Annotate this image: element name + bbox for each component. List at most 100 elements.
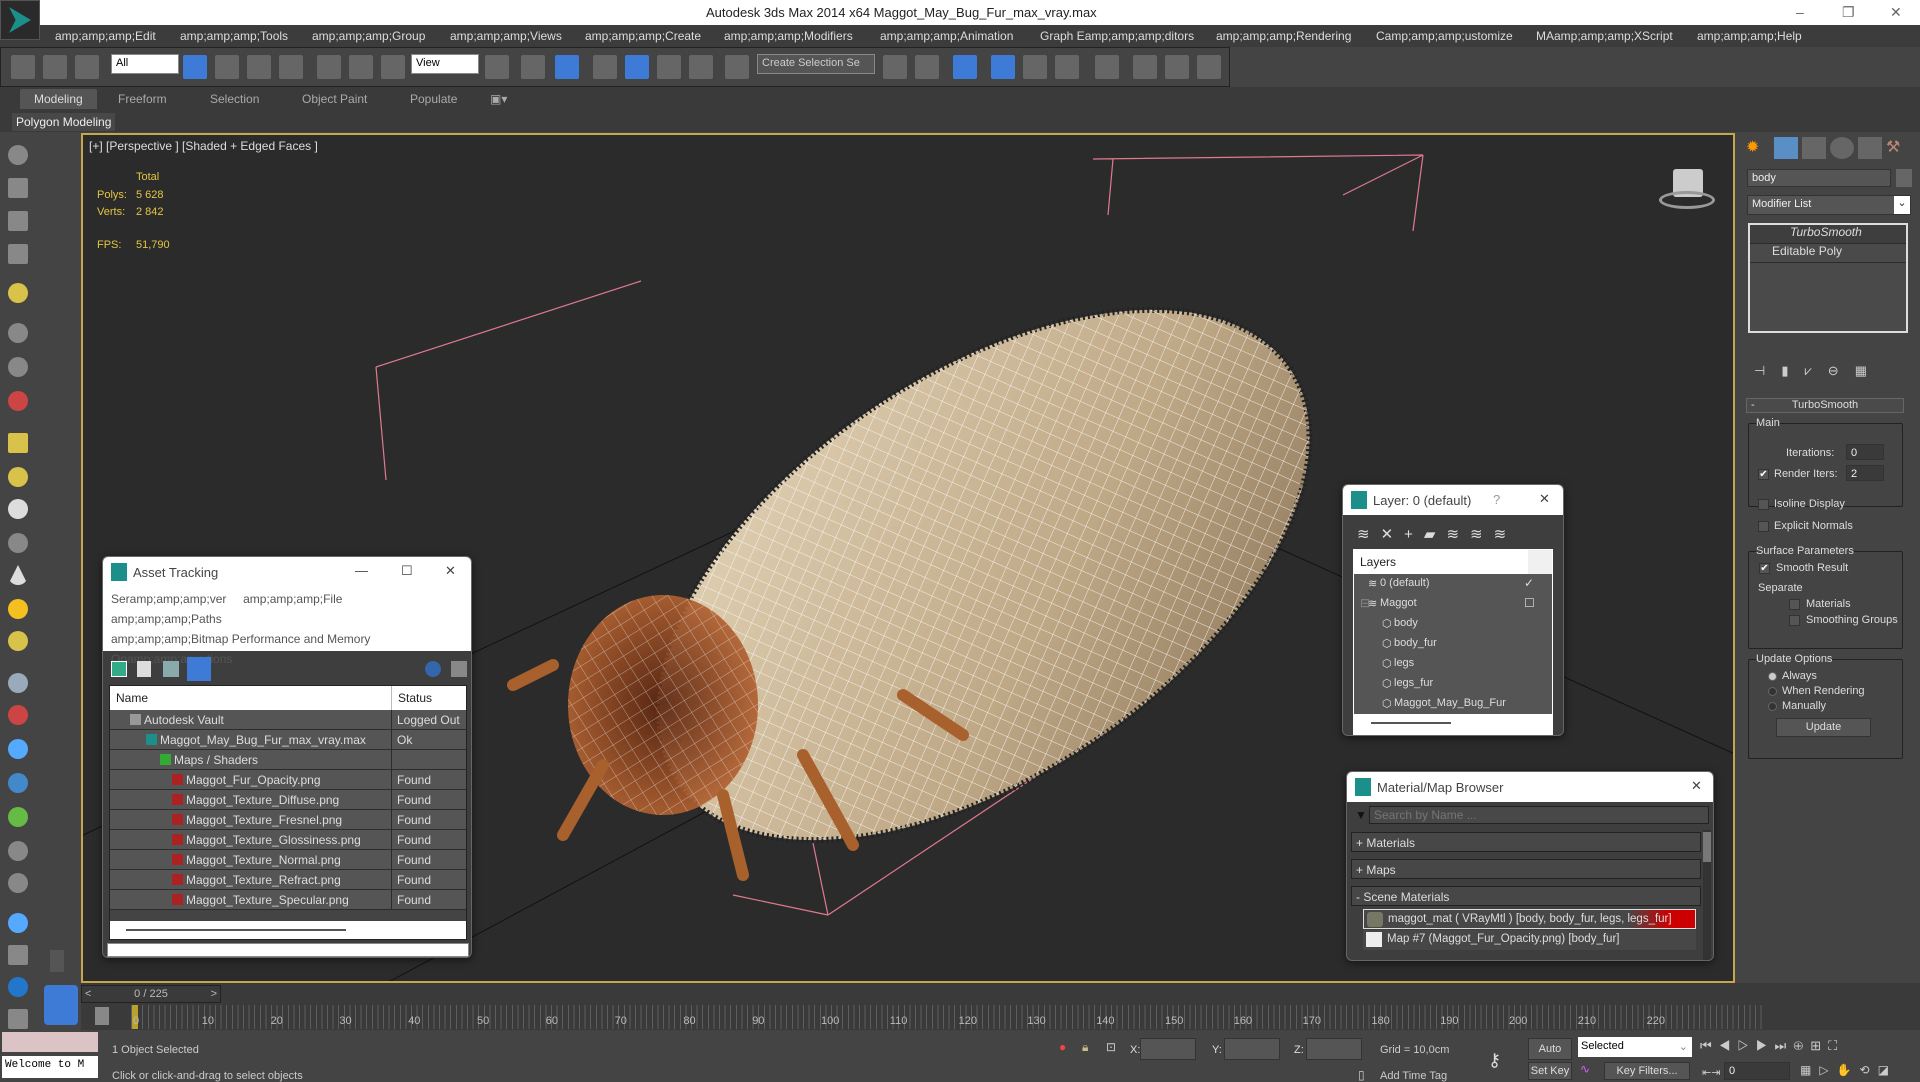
- maxscript-listener-input[interactable]: [2, 1032, 98, 1052]
- menu-create[interactable]: amp;amp;amp;Create: [585, 29, 701, 43]
- set-current-checkbox[interactable]: ☐: [1524, 596, 1535, 610]
- reference-coordinate-dropdown[interactable]: View: [411, 54, 479, 74]
- stack-tools[interactable]: ⊣▮⩗⊖▦: [1754, 363, 1904, 379]
- hierarchy-tab-icon[interactable]: [1802, 137, 1826, 159]
- render-icon[interactable]: [8, 178, 28, 198]
- play-icon[interactable]: ▷: [1737, 1038, 1756, 1053]
- material-browser-titlebar[interactable]: Material/Map Browser ✕: [1347, 772, 1713, 802]
- minimize-button[interactable]: –: [1796, 4, 1804, 20]
- add-time-tag-button[interactable]: Add Time Tag: [1380, 1070, 1447, 1082]
- column-name[interactable]: Name: [116, 691, 148, 705]
- list-icon[interactable]: [8, 211, 28, 231]
- always-radio[interactable]: [1768, 672, 1777, 681]
- ribbon-options-icon[interactable]: ▣▾: [490, 92, 507, 106]
- rotate-icon[interactable]: [349, 55, 373, 79]
- spacewarp-icon[interactable]: [8, 391, 28, 411]
- geosphere-icon[interactable]: [8, 499, 28, 519]
- update-button[interactable]: Update: [1776, 718, 1871, 737]
- named-selection-dropdown[interactable]: Create Selection Se: [757, 54, 875, 74]
- sun-icon[interactable]: [8, 599, 28, 619]
- tab-modeling[interactable]: Modeling: [20, 89, 97, 109]
- hair-icon[interactable]: [8, 807, 28, 827]
- vertical-scrollbar[interactable]: [1703, 830, 1711, 960]
- menu-paths[interactable]: amp;amp;amp;Paths: [111, 612, 222, 626]
- edit-named-selection-icon[interactable]: [725, 55, 749, 79]
- smoothing-groups-checkbox[interactable]: [1789, 615, 1800, 626]
- menu-tools[interactable]: amp;amp;amp;Tools: [180, 29, 288, 43]
- delete-layer-icon[interactable]: ✕: [1381, 526, 1405, 543]
- menu-animation[interactable]: amp;amp;amp;Animation: [880, 29, 1013, 43]
- minimize-button[interactable]: —: [355, 563, 368, 578]
- smooth-result-checkbox[interactable]: ✔: [1759, 563, 1770, 574]
- schematic-view-icon[interactable]: [1055, 55, 1079, 79]
- go-to-end-icon[interactable]: ⏭: [1775, 1038, 1794, 1053]
- create-tab-icon[interactable]: ✹: [1746, 137, 1770, 159]
- close-button[interactable]: ✕: [1539, 491, 1550, 507]
- time-slider[interactable]: <0 / 225 >: [81, 985, 221, 1003]
- key-filters-button[interactable]: Key Filters...: [1604, 1062, 1690, 1080]
- viewcube[interactable]: [1659, 165, 1715, 213]
- render-iters-spinner[interactable]: 2: [1846, 465, 1884, 481]
- layer-row[interactable]: ⬡ body: [1354, 614, 1552, 634]
- curve-editor-toggle-icon[interactable]: [95, 1007, 109, 1025]
- time-config-icon[interactable]: ▦: [1800, 1063, 1819, 1077]
- menu-file[interactable]: amp;amp;amp;File: [243, 592, 342, 606]
- object-name-input[interactable]: body: [1747, 169, 1891, 187]
- zoom-icon[interactable]: ⊕: [1793, 1038, 1810, 1053]
- manually-radio[interactable]: [1768, 702, 1777, 711]
- filter-icon[interactable]: ▼: [1355, 808, 1367, 822]
- tab-freeform[interactable]: Freeform: [118, 92, 167, 106]
- bind-spacewarp-icon[interactable]: [75, 55, 99, 79]
- previous-frame-icon[interactable]: ◀: [1719, 1038, 1738, 1053]
- explicit-normals-checkbox[interactable]: [1758, 521, 1769, 532]
- layer-manager-icon[interactable]: [953, 55, 977, 79]
- select-object-icon[interactable]: [183, 55, 207, 79]
- orbit-icon[interactable]: ⟲: [1860, 1063, 1878, 1077]
- select-by-name-icon[interactable]: [215, 55, 239, 79]
- polygon-modeling-label[interactable]: Polygon Modeling: [12, 113, 116, 131]
- auto-key-button[interactable]: Auto Key: [1528, 1038, 1572, 1075]
- menu-rendering[interactable]: amp;amp;amp;Rendering: [1216, 29, 1351, 43]
- maxscript-output[interactable]: Welcome to M: [2, 1056, 98, 1078]
- sphere-icon[interactable]: [8, 467, 28, 487]
- asset-row[interactable]: Maggot_Texture_Refract.png Found: [110, 870, 466, 890]
- go-to-start-icon[interactable]: ⏮: [1700, 1038, 1719, 1053]
- refresh-icon[interactable]: [111, 661, 127, 677]
- layer-row[interactable]: ⬡ Maggot_May_Bug_Fur: [1354, 694, 1552, 714]
- teapot-prim-icon[interactable]: [8, 533, 28, 553]
- key-mode-toggle-icon[interactable]: ⇤⇥: [1702, 1066, 1720, 1079]
- render-iters-checkbox[interactable]: ✔: [1758, 469, 1769, 480]
- add-to-layer-icon[interactable]: +: [1404, 526, 1424, 543]
- menu-server[interactable]: Seramp;amp;amp;ver: [111, 592, 226, 606]
- asset-row[interactable]: Maggot_Texture_Diffuse.png Found: [110, 790, 466, 810]
- render-production-icon[interactable]: [1197, 55, 1221, 79]
- map-item-fur-opacity[interactable]: Map #7 (Maggot_Fur_Opacity.png) [body_fu…: [1363, 930, 1696, 950]
- context-help-icon[interactable]: [451, 661, 467, 677]
- align-icon[interactable]: [915, 55, 939, 79]
- z-coordinate-input[interactable]: [1306, 1038, 1362, 1060]
- new-layer-icon[interactable]: ≋: [1357, 526, 1381, 543]
- menu-group[interactable]: amp;amp;amp;Group: [312, 29, 425, 43]
- maximize-button[interactable]: ☐: [401, 563, 413, 579]
- window-crossing-icon[interactable]: [279, 55, 303, 79]
- path-input[interactable]: [107, 943, 469, 957]
- x-coordinate-input[interactable]: [1140, 1038, 1196, 1060]
- restore-button[interactable]: ❐: [1842, 4, 1855, 21]
- close-button[interactable]: ✕: [1890, 4, 1902, 21]
- helper-icon[interactable]: [8, 357, 28, 377]
- asset-row[interactable]: Maggot_May_Bug_Fur_max_vray.max Ok: [110, 730, 466, 750]
- material-item-maggot-mat[interactable]: maggot_mat ( VRayMtl ) [body, body_fur, …: [1363, 909, 1696, 929]
- percent-snap-icon[interactable]: [657, 55, 681, 79]
- select-layer-icon[interactable]: ≋: [1446, 526, 1470, 543]
- materials-checkbox[interactable]: [1789, 599, 1800, 610]
- scale-icon[interactable]: [381, 55, 405, 79]
- select-manipulate-icon[interactable]: [521, 55, 545, 79]
- modify-tab-icon[interactable]: [1774, 137, 1798, 159]
- utility-icon[interactable]: [8, 945, 28, 965]
- asset-tracking-titlebar[interactable]: Asset Tracking — ☐ ✕: [103, 557, 471, 587]
- tree-view-icon[interactable]: [163, 661, 179, 677]
- pan-hand-icon[interactable]: ✋: [1837, 1063, 1860, 1077]
- isoline-display-checkbox[interactable]: [1758, 499, 1769, 510]
- menu-bitmap-performance[interactable]: amp;amp;amp;Bitmap Performance and Memor…: [111, 632, 370, 646]
- grid-icon[interactable]: [8, 244, 28, 264]
